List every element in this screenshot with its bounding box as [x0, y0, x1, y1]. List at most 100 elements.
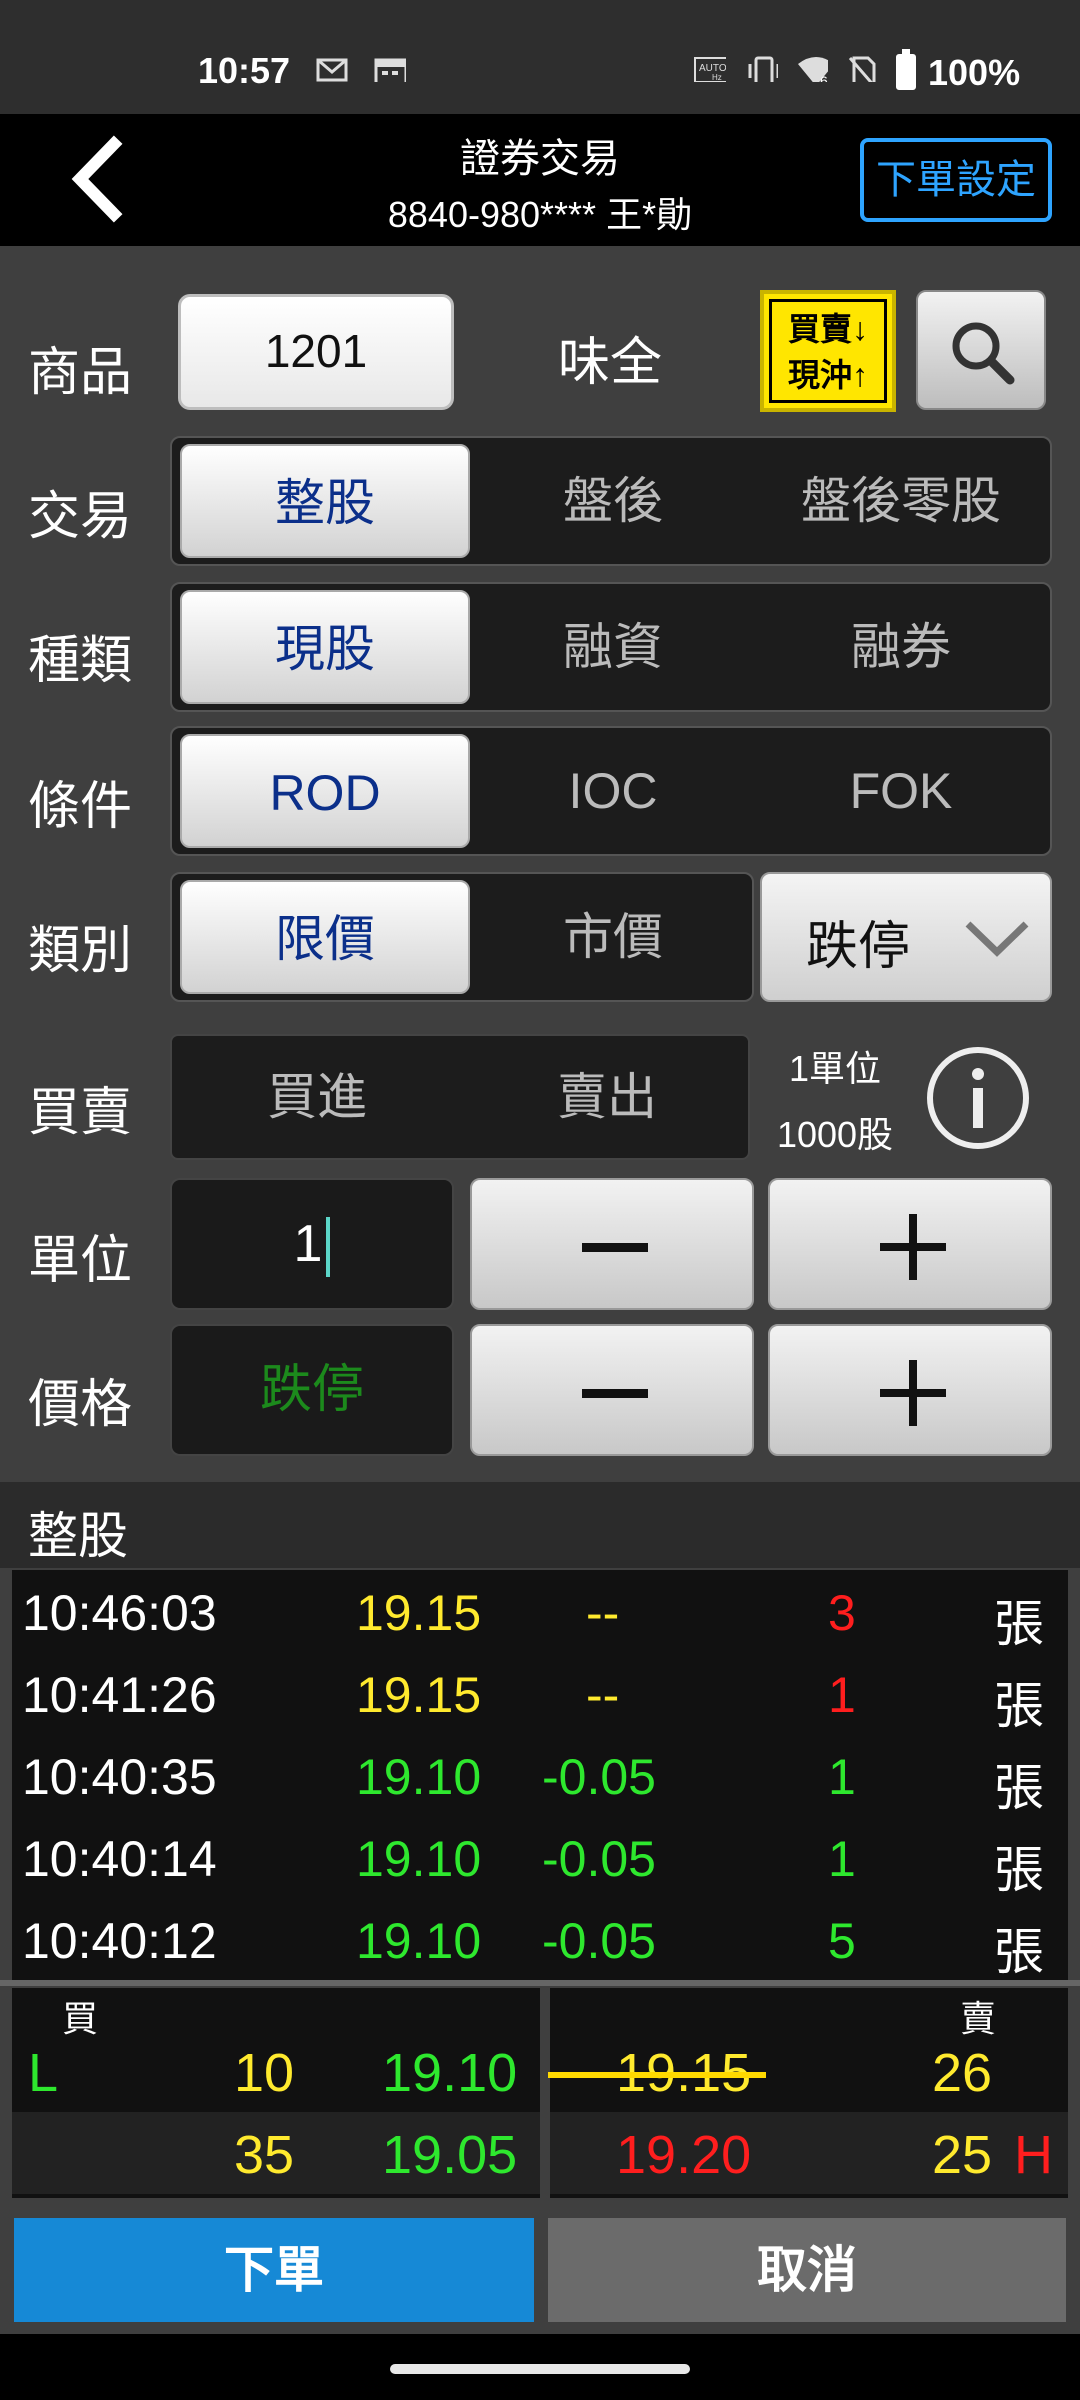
ask-quantity: 25 — [932, 2125, 993, 2185]
trade-quantity: 1 — [828, 1831, 856, 1887]
svg-text:Hz: Hz — [712, 73, 722, 82]
high-flag: H — [1014, 2125, 1053, 2185]
price-input[interactable]: 跌停 — [170, 1324, 454, 1456]
trade-row: 10:40:35 19.10 -0.05 1 張 — [12, 1734, 1068, 1816]
condition-option-rod[interactable]: ROD — [180, 734, 470, 848]
condition-selector: ROD IOC FOK — [170, 726, 1052, 856]
plus-icon — [880, 1214, 946, 1280]
trade-time: 10:41:26 — [22, 1667, 217, 1723]
plus-icon — [880, 1360, 946, 1426]
info-icon[interactable] — [924, 1044, 1032, 1152]
trade-unit: 張 — [994, 1924, 1044, 1980]
condition-option-ioc[interactable]: IOC — [468, 734, 758, 848]
unit-quantity-value: 1 — [293, 1215, 323, 1273]
kind-option-short[interactable]: 融券 — [756, 590, 1046, 704]
buy-sell-label: 買賣 — [28, 1084, 133, 1142]
category-label: 類別 — [28, 922, 133, 980]
auto-hz-icon: AUTOHz — [694, 57, 726, 82]
trade-quantity: 1 — [828, 1667, 856, 1723]
trade-type-selector: 整股 盤後 盤後零股 — [170, 436, 1052, 566]
search-icon — [952, 322, 1015, 385]
bid-quantity: 10 — [234, 2043, 295, 2103]
category-option-limit[interactable]: 限價 — [180, 880, 470, 994]
buy-sell-selector: 買進 賣出 — [170, 1034, 750, 1160]
status-bar: 10:57 AUTO Hz 6 100% — [0, 0, 1080, 114]
trade-price: 19.10 — [356, 1831, 482, 1887]
price-increase-button[interactable] — [768, 1324, 1052, 1456]
battery-percentage: 100% — [928, 52, 1021, 93]
app-header: 證券交易 8840-980**** 王*勛 下單設定 — [0, 114, 1080, 246]
kind-label: 種類 — [28, 632, 133, 690]
trade-change: -- — [586, 1585, 620, 1641]
day-trade-line2: 現沖↑ — [787, 357, 868, 393]
trade-change: -- — [586, 1667, 620, 1723]
order-settings-button[interactable]: 下單設定 — [860, 138, 1052, 222]
unit-info-line2: 1000股 — [776, 1114, 894, 1155]
trade-price: 19.10 — [356, 1913, 482, 1969]
trade-time: 10:40:12 — [22, 1913, 217, 1969]
trades-section-title: 整股 — [28, 1508, 128, 1564]
trade-option-after-hours-odd-lot[interactable]: 盤後零股 — [756, 444, 1046, 558]
unit-info-line1: 1單位 — [788, 1048, 882, 1089]
price-type-dropdown[interactable]: 跌停 — [760, 872, 1052, 1002]
trade-row: 10:40:12 19.10 -0.05 5 張 — [12, 1898, 1068, 1980]
unit-label: 單位 — [28, 1232, 133, 1290]
trade-unit: 張 — [994, 1596, 1044, 1652]
unit-info: 1單位 1000股 — [760, 1036, 910, 1168]
trade-unit: 張 — [994, 1678, 1044, 1734]
cancel-button[interactable]: 取消 — [548, 2218, 1066, 2322]
trade-price: 19.15 — [356, 1667, 482, 1723]
status-time: 10:57 — [198, 50, 291, 91]
trade-option-regular[interactable]: 整股 — [180, 444, 470, 558]
trade-change: -0.05 — [542, 1913, 656, 1969]
trades-section-header: 整股 — [0, 1482, 1080, 1568]
unit-increase-button[interactable] — [768, 1178, 1052, 1310]
trade-row: 10:46:03 19.15 -- 3 張 — [12, 1570, 1068, 1652]
trade-change: -0.05 — [542, 1831, 656, 1887]
condition-option-fok[interactable]: FOK — [756, 734, 1046, 848]
trade-change: -0.05 — [542, 1749, 656, 1805]
trade-row: 10:41:26 19.15 -- 1 張 — [12, 1652, 1068, 1734]
kind-option-margin[interactable]: 融資 — [468, 590, 758, 704]
search-button[interactable] — [916, 290, 1046, 410]
low-flag: L — [28, 2043, 59, 2103]
trade-price: 19.15 — [356, 1585, 482, 1641]
text-cursor — [326, 1217, 331, 1278]
best-ask-underline — [548, 2072, 766, 2078]
ask-price: 19.20 — [616, 2125, 752, 2185]
place-order-button[interactable]: 下單 — [14, 2218, 534, 2322]
minus-icon — [582, 1389, 648, 1398]
minus-icon — [582, 1243, 648, 1252]
bid-price: 19.05 — [382, 2125, 518, 2185]
product-label: 商品 — [28, 344, 133, 402]
trade-quantity: 5 — [828, 1913, 856, 1969]
price-decrease-button[interactable] — [470, 1324, 754, 1456]
chevron-down-icon — [965, 921, 1029, 957]
mail-icon — [316, 58, 348, 82]
section-divider — [0, 1980, 1080, 1986]
unit-quantity-input[interactable]: 1 — [170, 1178, 454, 1310]
sell-option[interactable]: 賣出 — [462, 1036, 752, 1158]
trade-quantity: 1 — [828, 1749, 856, 1805]
home-gesture-handle[interactable] — [390, 2364, 690, 2374]
trade-row: 10:40:14 19.10 -0.05 1 張 — [12, 1816, 1068, 1898]
trade-option-after-hours[interactable]: 盤後 — [468, 444, 758, 558]
unit-decrease-button[interactable] — [470, 1178, 754, 1310]
navigation-bar — [0, 2334, 1080, 2400]
trade-price: 19.10 — [356, 1749, 482, 1805]
no-sim-icon — [848, 56, 876, 82]
price-type-value: 跌停 — [806, 918, 911, 976]
buy-option[interactable]: 買進 — [172, 1036, 462, 1158]
calendar-icon — [374, 58, 406, 82]
day-trade-button[interactable]: 買賣↓ 現沖↑ — [760, 290, 896, 412]
kind-option-cash[interactable]: 現股 — [180, 590, 470, 704]
bid-price: 19.10 — [382, 2043, 518, 2103]
bid-quantity: 35 — [234, 2125, 295, 2185]
ask-quantity: 26 — [932, 2043, 993, 2103]
trade-unit: 張 — [994, 1842, 1044, 1898]
trade-ticks-list: 10:46:03 19.15 -- 3 張 10:41:26 19.15 -- … — [12, 1570, 1068, 1982]
category-option-market[interactable]: 市價 — [468, 880, 758, 994]
wifi-icon: 6 — [798, 57, 828, 82]
trade-time: 10:40:14 — [22, 1831, 217, 1887]
product-code-input[interactable]: 1201 — [178, 294, 454, 410]
